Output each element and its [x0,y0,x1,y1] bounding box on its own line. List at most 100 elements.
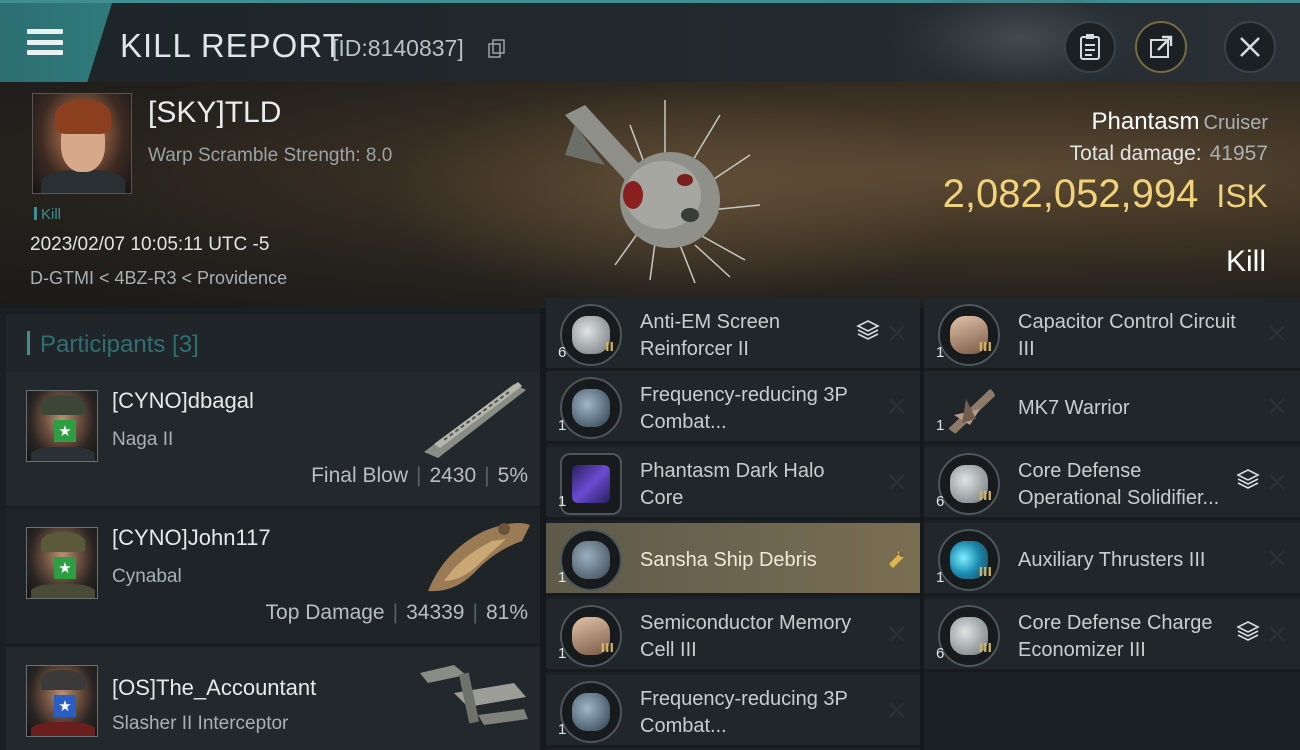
module-row[interactable]: III 1 Semiconductor Memory Cell III [546,599,920,672]
destroyed-icon [1269,626,1285,642]
participant-name: [CYNO]dbagal [112,388,254,413]
module-row[interactable]: 1 Frequency-reducing 3P Combat... [546,675,920,748]
module-quantity: 1 [558,645,567,662]
capacitor-module-icon: III [938,304,1000,366]
close-icon [1240,37,1260,57]
capacitor-module-icon: III [560,605,622,667]
module-row[interactable]: II 6 Anti-EM Screen Reinforcer II [546,298,920,371]
participant-ship-image [428,523,530,592]
shield-module-icon: II [560,304,622,366]
module-quantity: 1 [558,721,567,738]
module-quantity: 6 [558,344,567,361]
destroyed-icon [1269,325,1285,341]
participant-row[interactable]: ★ [OS]The_Accountant Slasher II Intercep… [6,647,540,750]
participant-ship: Slasher II Interceptor [112,713,289,734]
participants-header: Participants [3] [6,314,540,372]
copy-icon[interactable] [488,39,506,59]
total-damage: Total damage: 41957 [1069,142,1268,165]
module-name: Capacitor Control Circuit III [1018,311,1236,360]
shield-module-icon: III [938,453,1000,515]
module-name: Sansha Ship Debris [640,549,817,571]
star-icon: ★ [54,420,76,442]
kill-location[interactable]: D-GTMI < 4BZ-R3 < Providence [30,268,287,289]
victim-portrait[interactable] [32,93,132,194]
victim-ship-image [565,100,761,284]
module-quantity: 6 [936,493,945,510]
destroyed-icon [1269,474,1285,490]
victim-ship-name[interactable]: Phantasm Cruiser [1091,108,1268,136]
module-row[interactable]: III 1 Capacitor Control Circuit III [924,298,1300,371]
page-title: KILL REPORT [120,27,344,64]
destroyed-icon [1269,398,1285,414]
debris-icon [560,529,622,591]
rig-module-icon [560,681,622,743]
participant-name: [CYNO]John117 [112,525,271,550]
module-name: Anti-EM Screen Reinforcer II [640,311,781,360]
modules-column-left: II 6 Anti-EM Screen Reinforcer II 1 Freq… [546,298,920,750]
report-id: [ID:8140837] [332,35,464,61]
victim-name[interactable]: [SKY]TLD [148,96,281,130]
participant-row[interactable]: ★ [CYNO]John117 Cynabal Top Damage | 34339… [6,509,540,643]
module-quantity: 1 [936,417,945,434]
module-quantity: 1 [936,569,945,586]
stack-icon [856,320,880,340]
thruster-module-icon: III [938,529,1000,591]
module-name: MK7 Warrior [1018,397,1130,419]
kill-tag: Kill [34,206,61,223]
drone-icon [938,377,1000,439]
module-quantity: 6 [936,645,945,662]
module-quantity: 1 [936,344,945,361]
stack-icon [1236,621,1260,641]
clipboard-button[interactable] [1064,21,1116,73]
participant-name: [OS]The_Accountant [112,675,317,700]
participant-ship: Cynabal [112,566,182,587]
participant-row[interactable]: ★ [CYNO]dbagal Naga II Final Blow | 2430 | 5… [6,372,540,506]
module-name: Semiconductor Memory Cell III [640,612,852,661]
module-name: Phantasm Dark Halo Core [640,460,825,509]
module-name: Core Defense Operational Solidifier... [1018,460,1220,509]
module-quantity: 1 [558,569,567,586]
destroyed-icon [1269,550,1285,566]
share-icon [1150,35,1173,58]
destroyed-icon [889,474,905,490]
share-button[interactable] [1135,21,1187,73]
close-button[interactable] [1224,21,1276,73]
participants-panel: Participants [3] ★ [CYNO]dbagal Naga II … [0,308,540,750]
menu-button[interactable] [0,3,112,82]
module-row-selected[interactable]: 1 Sansha Ship Debris [546,523,920,596]
participant-ship-image [420,665,528,725]
shield-module-icon: III [938,605,1000,667]
wrench-icon [889,551,904,568]
kill-timestamp: 2023/02/07 10:05:11 UTC -5 [30,234,270,255]
destroyed-icon [889,626,905,642]
star-icon: ★ [54,557,76,579]
module-quantity: 1 [558,493,567,510]
participant-stats: Final Blow | 2430 | 5% [311,464,528,487]
destroyed-icon [889,325,905,341]
module-name: Auxiliary Thrusters III [1018,549,1206,571]
module-name: Frequency-reducing 3P Combat... [640,384,848,433]
module-row[interactable]: 1 Frequency-reducing 3P Combat... [546,371,920,444]
result-label: Kill [1225,245,1266,278]
destroyed-icon [889,398,905,414]
core-module-icon [560,453,622,515]
warp-scramble-strength: Warp Scramble Strength: 8.0 [148,145,393,166]
rig-module-icon [560,377,622,439]
participants-label: Participants [3] [40,331,199,358]
module-row[interactable]: 1 MK7 Warrior [924,371,1300,444]
participant-stats: Top Damage | 34339 | 81% [265,601,528,624]
hamburger-icon [27,29,63,55]
module-name: Core Defense Charge Economizer III [1018,612,1213,661]
clipboard-icon [1080,34,1100,60]
stack-icon [1236,469,1260,489]
header-bar: KILL REPORT [ID:8140837] [0,0,1300,93]
module-row[interactable]: III 6 Core Defense Operational Solidifie… [924,447,1300,520]
participant-ship: Naga II [112,429,174,450]
module-row[interactable]: III 6 Core Defense Charge Economizer III [924,599,1300,672]
module-row[interactable]: 1 Phantasm Dark Halo Core [546,447,920,520]
participant-ship-image [424,382,526,458]
module-quantity: 1 [558,417,567,434]
destroyed-icon [889,702,905,718]
module-row[interactable]: III 1 Auxiliary Thrusters III [924,523,1300,596]
module-name: Frequency-reducing 3P Combat... [640,688,848,737]
